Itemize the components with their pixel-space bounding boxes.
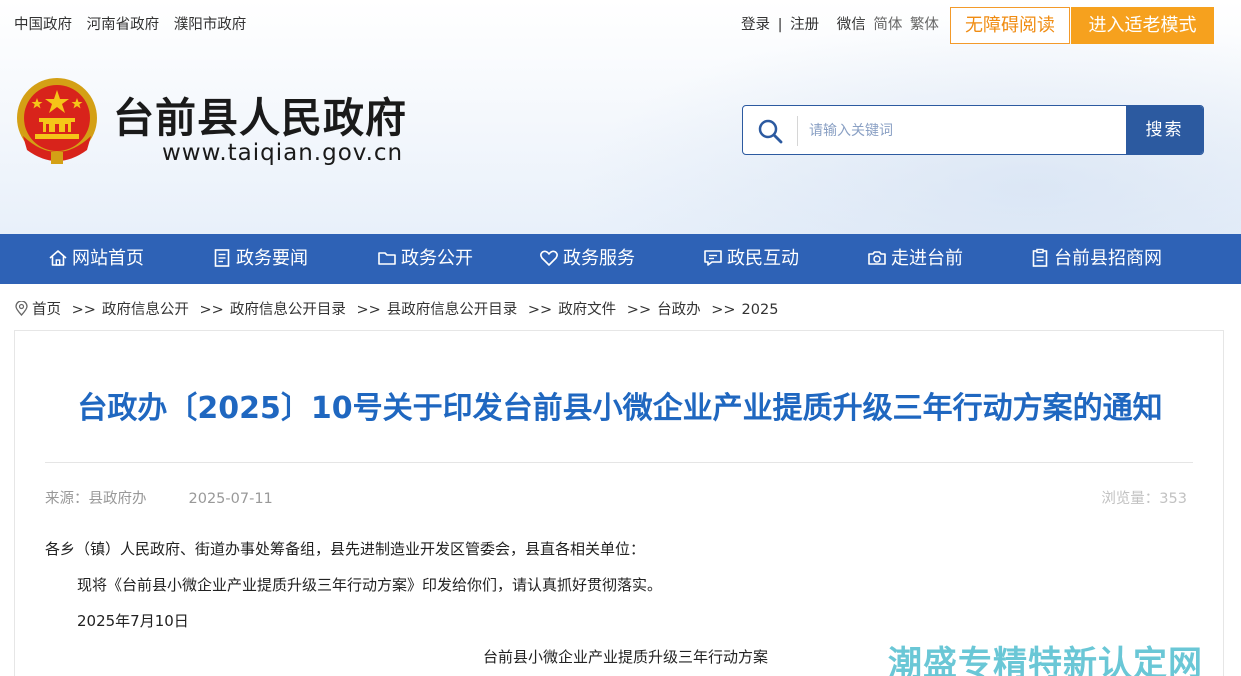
breadcrumb-item[interactable]: 台政办 [657,302,701,318]
article-container: 台政办〔2025〕10号关于印发台前县小微企业产业提质升级三年行动方案的通知 来… [14,330,1224,676]
search-box: 搜索 [742,105,1204,155]
nav-item-label: 政务要闻 [236,248,308,269]
nav-item-investment[interactable]: 台前县招商网 [1030,234,1162,284]
view-count: 浏览量：353 [1101,491,1187,507]
folder-icon [378,251,396,265]
attachment-title: 台前县小微企业产业提质升级三年行动方案 [483,648,769,666]
main-nav: 网站首页 政务要闻 政务公开 政务服务 政民互动 走进台前 台前县招商网 [0,234,1241,284]
article-salutation: 各乡（镇）人民政府、街道办事处筹备组，县先进制造业开发区管委会，县直各相关单位： [45,540,646,558]
watermark: 潮盛专精特新认定网 [888,644,1203,676]
search-icon [758,119,783,144]
site-title[interactable]: 台前县人民政府 [113,84,407,144]
user-links: 登录 | 注册 微信 简体 繁体 [741,13,942,34]
breadcrumb-separator: >> [356,302,381,318]
divider [45,462,1193,463]
breadcrumb: 首页 >> 政府信息公开 >> 政府信息公开目录 >> 县政府信息公开目录 >> 政府文… [15,298,778,319]
traditional-link[interactable]: 繁体 [910,17,939,33]
site-header: 中国政府 河南省政府 濮阳市政府 登录 | 注册 微信 简体 繁体 无障碍阅读 … [0,0,1241,234]
message-icon [704,249,722,266]
breadcrumb-separator: >> [527,302,553,318]
breadcrumb-item[interactable]: 2025 [742,302,779,318]
top-links: 中国政府 河南省政府 濮阳市政府 [14,13,256,34]
nav-item-label: 走进台前 [891,248,963,269]
nav-item-label: 网站首页 [72,248,144,269]
wechat-link[interactable]: 微信 [837,17,866,33]
breadcrumb-item[interactable]: 政府信息公开目录 [230,302,346,318]
link-puyang-gov[interactable]: 濮阳市政府 [174,17,247,33]
search-divider [797,116,798,146]
nav-item-services[interactable]: 政务服务 [539,234,635,284]
clipboard-icon [1032,248,1048,267]
heart-icon [540,250,558,266]
nav-item-label: 政民互动 [727,248,799,269]
login-link[interactable]: 登录 [741,17,770,33]
national-emblem-icon [17,78,97,164]
nav-item-label: 政务服务 [563,248,635,269]
camera-icon [868,250,886,265]
breadcrumb-item[interactable]: 县政府信息公开目录 [387,302,518,318]
search-input[interactable] [809,116,1119,146]
location-pin-icon [15,300,28,316]
breadcrumb-separator: >> [626,302,652,318]
simplified-link[interactable]: 简体 [873,17,902,33]
home-icon [49,249,67,266]
nav-item-open-gov[interactable]: 政务公开 [377,234,473,284]
accessibility-button[interactable]: 无障碍阅读 [950,7,1070,44]
nav-item-label: 台前县招商网 [1054,248,1162,269]
search-button[interactable]: 搜索 [1126,106,1203,154]
nav-item-about[interactable]: 走进台前 [867,234,963,284]
site-url: www.taiqian.gov.cn [162,140,404,166]
link-central-gov[interactable]: 中国政府 [14,17,72,33]
breadcrumb-item[interactable]: 政府文件 [558,302,616,318]
link-henan-gov[interactable]: 河南省政府 [87,17,160,33]
elder-mode-button[interactable]: 进入适老模式 [1071,7,1214,44]
article-sign-date: 2025年7月10日 [77,612,189,630]
document-icon [214,248,230,267]
article-date: 2025-07-11 [188,491,273,507]
nav-item-label: 政务公开 [401,248,473,269]
nav-item-news[interactable]: 政务要闻 [212,234,308,284]
breadcrumb-item[interactable]: 首页 [32,302,61,318]
article-meta: 来源：县政府办 2025-07-11 [45,487,273,508]
breadcrumb-item[interactable]: 政府信息公开 [102,302,189,318]
breadcrumb-separator: >> [199,302,224,318]
article-title: 台政办〔2025〕10号关于印发台前县小微企业产业提质升级三年行动方案的通知 [77,391,1163,426]
nav-item-interaction[interactable]: 政民互动 [703,234,799,284]
article-source: 来源：县政府办 [45,491,147,507]
register-link[interactable]: 注册 [790,17,819,33]
breadcrumb-separator: >> [71,302,96,318]
separator: | [777,17,783,33]
nav-item-home[interactable]: 网站首页 [48,234,144,284]
breadcrumb-separator: >> [711,302,736,318]
article-paragraph: 现将《台前县小微企业产业提质升级三年行动方案》印发给你们，请认真抓好贯彻落实。 [77,576,663,594]
